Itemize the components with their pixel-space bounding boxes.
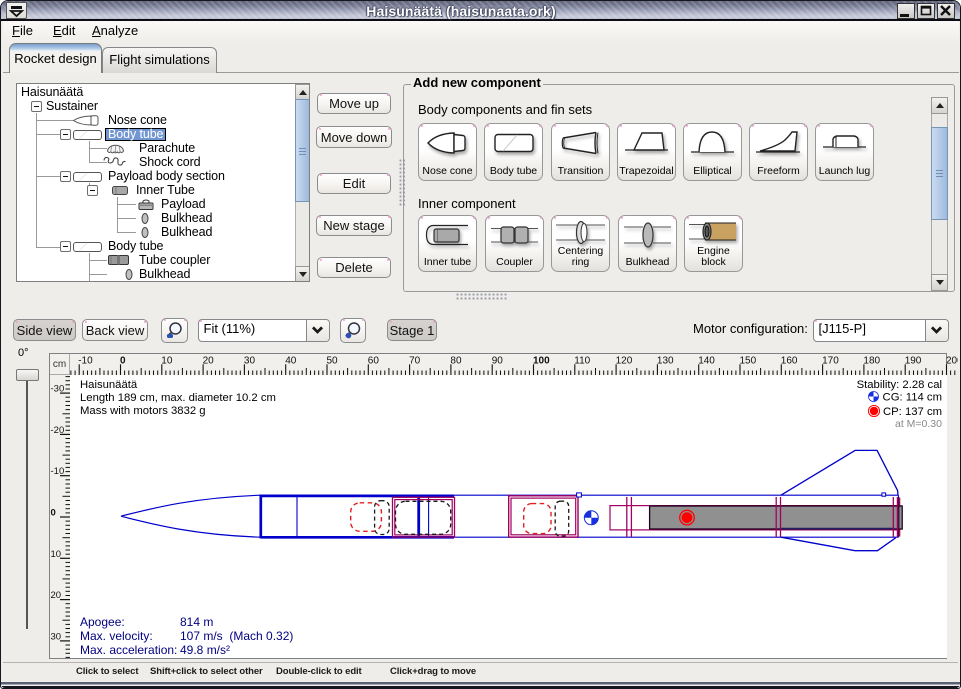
svg-text:60: 60 (368, 355, 380, 366)
svg-text:20: 20 (203, 355, 215, 366)
svg-text:-10: -10 (78, 355, 93, 366)
svg-text:130: 130 (657, 355, 674, 366)
svg-text:20: 20 (51, 590, 62, 601)
svg-text:-20: -20 (51, 425, 65, 436)
svg-text:70: 70 (409, 355, 421, 366)
svg-text:170: 170 (822, 355, 839, 366)
svg-text:200: 200 (946, 355, 958, 366)
svg-text:90: 90 (492, 355, 504, 366)
svg-text:30: 30 (51, 631, 62, 642)
svg-text:140: 140 (698, 355, 715, 366)
svg-text:10: 10 (161, 355, 173, 366)
svg-text:50: 50 (327, 355, 339, 366)
svg-text:110: 110 (574, 355, 590, 366)
svg-text:150: 150 (740, 355, 757, 366)
svg-text:160: 160 (781, 355, 798, 366)
svg-text:-30: -30 (51, 384, 65, 395)
svg-text:40: 40 (285, 355, 297, 366)
svg-text:0: 0 (51, 508, 56, 519)
svg-text:0: 0 (120, 355, 126, 366)
svg-text:100: 100 (533, 355, 550, 366)
svg-text:80: 80 (450, 355, 462, 366)
svg-text:120: 120 (616, 355, 633, 366)
svg-text:-10: -10 (51, 466, 65, 477)
svg-text:10: 10 (51, 549, 62, 560)
svg-text:30: 30 (244, 355, 256, 366)
svg-text:180: 180 (863, 355, 880, 366)
svg-text:190: 190 (905, 355, 922, 366)
